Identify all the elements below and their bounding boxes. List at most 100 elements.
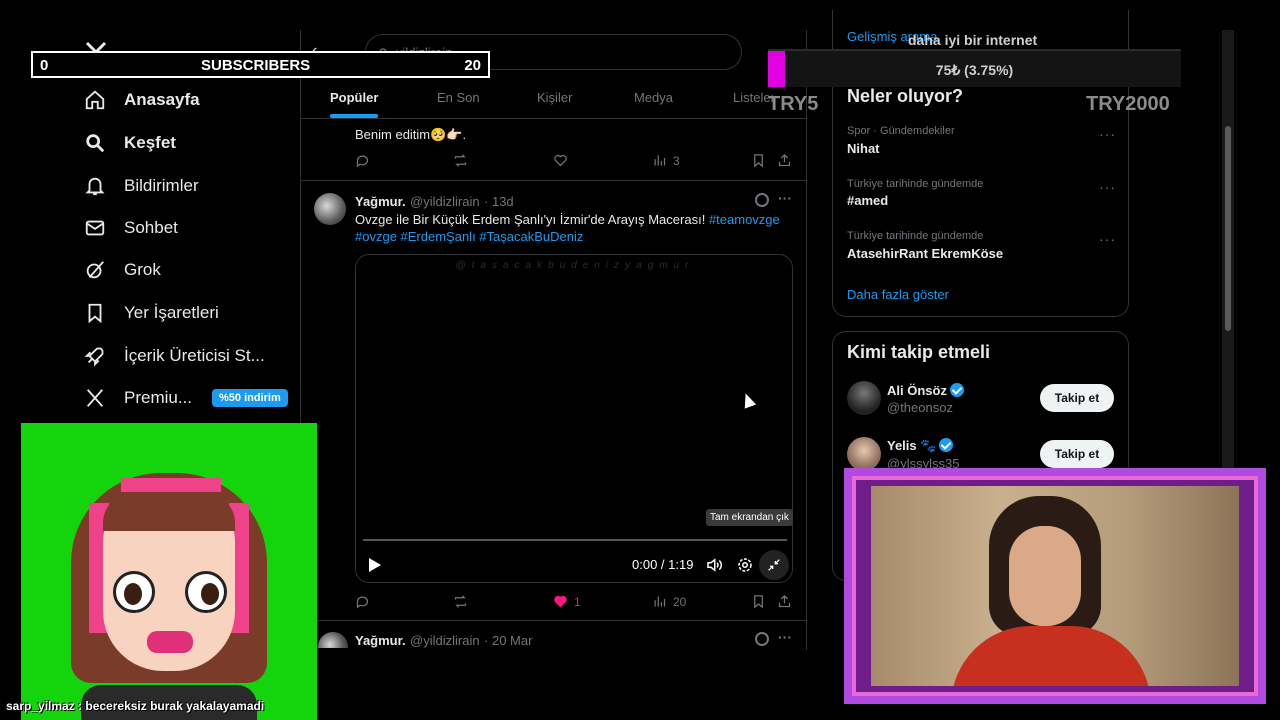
- trend-meta: Spor · Gündemdekiler: [847, 125, 955, 137]
- sidebar-item-explore[interactable]: Keşfet: [84, 132, 176, 154]
- user-handle[interactable]: @theonsoz: [887, 400, 953, 415]
- sidebar-item-label: Premiu...: [124, 388, 193, 407]
- reply-icon: [356, 596, 369, 609]
- settings-icon[interactable]: [736, 556, 754, 579]
- author-handle[interactable]: @yildizlirain: [410, 194, 480, 209]
- subs-right-value: 20: [464, 57, 481, 74]
- author-name[interactable]: Yağmur.: [355, 194, 406, 209]
- more-icon[interactable]: ···: [1099, 231, 1116, 247]
- heart-icon: [554, 154, 567, 167]
- sidebar-item-label: Yer İşaretleri: [124, 303, 219, 322]
- show-more-link[interactable]: Daha fazla göster: [847, 287, 949, 302]
- hashtag-link[interactable]: #ovzge #ErdemŞanlı #TaşacakBuDeniz: [355, 229, 583, 244]
- home-icon: [85, 90, 105, 110]
- sidebar-item-notifications[interactable]: Bildirimler: [84, 175, 199, 197]
- webcam-frame: [844, 468, 1266, 704]
- tweet-text: Ovzge ile Bir Küçük Erdem Şanlı'yı İzmir…: [355, 211, 785, 245]
- reply-button[interactable]: [355, 594, 370, 609]
- hashtag-link[interactable]: #teamovzge: [709, 212, 780, 227]
- sidebar-item-label: İçerik Üreticisi St...: [124, 346, 265, 365]
- chat-message: sarp_yilmaz : becereksiz burak yakalayam…: [6, 699, 265, 713]
- bookmark-icon: [754, 595, 763, 609]
- more-icon[interactable]: ···: [778, 190, 792, 206]
- trend-topic[interactable]: #amed: [847, 193, 888, 208]
- scrollbar-thumb[interactable]: [1225, 126, 1231, 331]
- tweet-header: Yağmur. @yildizlirain · 13d: [355, 193, 514, 211]
- author-handle[interactable]: @yildizlirain: [410, 633, 480, 648]
- tab-lists[interactable]: Listeler: [733, 90, 773, 105]
- sidebar-item-bookmarks[interactable]: Yer İşaretleri: [84, 302, 219, 324]
- play-button[interactable]: [369, 558, 381, 572]
- donation-goal-bar: 75₺ (3.75%): [768, 49, 1181, 87]
- donation-goal-max: TRY2000: [1086, 93, 1170, 115]
- retweet-button[interactable]: [453, 594, 468, 609]
- share-button[interactable]: [777, 153, 792, 168]
- bookmark-button[interactable]: [751, 153, 766, 168]
- follow-user-name[interactable]: Ali Önsöz: [887, 383, 964, 398]
- retweet-icon: [454, 154, 467, 167]
- exit-fullscreen-button[interactable]: [759, 550, 789, 580]
- avatar[interactable]: [318, 632, 348, 648]
- like-button[interactable]: 1: [553, 594, 581, 609]
- user-name: Ali Önsöz: [887, 383, 947, 398]
- trend-topic[interactable]: Nihat: [847, 141, 880, 156]
- volume-icon[interactable]: [705, 556, 723, 579]
- sidebar-item-premium[interactable]: Premiu... %50 indirim: [84, 387, 288, 409]
- tweet-time: · 13d: [484, 194, 514, 209]
- bookmark-button[interactable]: [751, 594, 766, 609]
- avatar[interactable]: [847, 437, 881, 471]
- rocket-icon: [84, 347, 104, 367]
- share-icon: [778, 594, 791, 608]
- more-icon[interactable]: ···: [778, 629, 792, 645]
- trend-meta: Türkiye tarihinde gündemde: [847, 178, 984, 190]
- trend-topic[interactable]: AtasehirRant EkremKöse: [847, 246, 1003, 261]
- views-count: 3: [673, 153, 680, 168]
- sidebar-item-label: Keşfet: [124, 133, 176, 152]
- video-time: 0:00 / 1:19: [632, 557, 694, 572]
- follow-button[interactable]: Takip et: [1040, 384, 1114, 412]
- reply-icon: [356, 155, 369, 168]
- follow-user-name[interactable]: Yelis 🐾: [887, 438, 954, 454]
- tabs-divider: [301, 118, 806, 119]
- tweet-header: Yağmur. @yildizlirain · 20 Mar: [355, 632, 532, 650]
- sidebar-item-home[interactable]: Anasayfa: [84, 89, 200, 111]
- premium-discount-badge: %50 indirim: [212, 389, 288, 407]
- donation-goal-min: TRY5: [768, 93, 819, 115]
- author-name[interactable]: Yağmur.: [355, 633, 406, 648]
- sidebar-item-creator-studio[interactable]: İçerik Üreticisi St...: [84, 345, 265, 367]
- follow-button[interactable]: Takip et: [1040, 440, 1114, 468]
- share-button[interactable]: [777, 594, 792, 609]
- avatar[interactable]: [847, 381, 881, 415]
- views-button[interactable]: 3: [652, 153, 680, 168]
- sidebar-item-messages[interactable]: Sohbet: [84, 217, 178, 239]
- retweet-button[interactable]: [453, 153, 468, 168]
- reply-button[interactable]: [355, 153, 370, 168]
- retweet-icon: [454, 595, 467, 608]
- subs-label: SUBSCRIBERS: [201, 57, 311, 74]
- views-button[interactable]: 20: [652, 594, 686, 609]
- tweet-divider: [301, 180, 806, 181]
- sidebar-item-grok[interactable]: Grok: [84, 259, 161, 281]
- sidebar-item-label: Sohbet: [124, 218, 178, 237]
- trends-title: Neler oluyor?: [847, 86, 964, 106]
- avatar-pupil: [201, 583, 219, 605]
- tab-people[interactable]: Kişiler: [537, 90, 572, 105]
- more-icon[interactable]: ···: [1099, 179, 1116, 195]
- analytics-icon: [654, 155, 666, 166]
- grok-icon[interactable]: [755, 632, 769, 646]
- tweet-text: Benim editim🥺👉🏻.: [355, 127, 467, 142]
- video-progress-track[interactable]: [363, 539, 787, 541]
- tab-media[interactable]: Medya: [634, 90, 673, 105]
- tweet-time: · 20 Mar: [484, 633, 533, 648]
- avatar[interactable]: [314, 193, 346, 225]
- avatar-pupil: [124, 583, 142, 605]
- heart-icon: [554, 595, 567, 608]
- more-icon[interactable]: ···: [1099, 126, 1116, 142]
- tab-popular[interactable]: Popüler: [330, 90, 378, 105]
- video-player[interactable]: @tasacakbudenizyagmur 0:00 / 1:19: [355, 254, 793, 583]
- trend-meta: Türkiye tarihinde gündemde: [847, 230, 984, 242]
- grok-icon[interactable]: [755, 193, 769, 207]
- tweet-divider: [301, 620, 806, 621]
- tab-latest[interactable]: En Son: [437, 90, 480, 105]
- like-button[interactable]: [553, 153, 568, 168]
